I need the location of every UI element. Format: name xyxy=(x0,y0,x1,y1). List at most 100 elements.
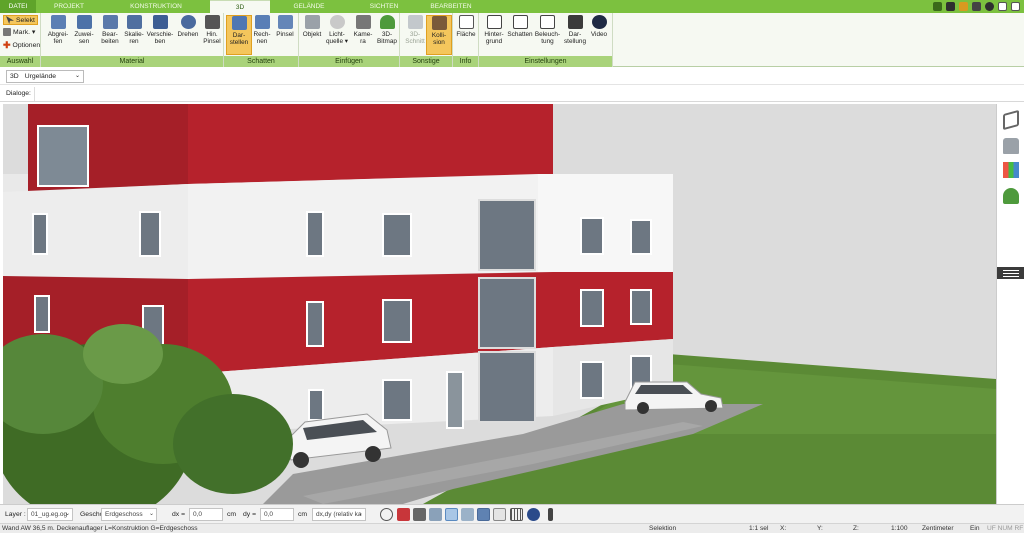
sidebar-handle-icon[interactable] xyxy=(997,267,1024,279)
pin-icon[interactable] xyxy=(548,508,553,521)
background-icon xyxy=(486,15,502,29)
status-unit: Zentimeter xyxy=(922,525,954,532)
rotate-icon xyxy=(180,15,196,29)
tree-icon[interactable] xyxy=(1003,188,1019,204)
tab-3d[interactable]: 3D xyxy=(210,0,270,13)
dy-input[interactable]: 0,0 xyxy=(260,508,294,521)
close-icon[interactable] xyxy=(1011,2,1020,11)
hintergrund-button[interactable]: Hinter- grund xyxy=(481,15,507,55)
layer-toggle-icon[interactable] xyxy=(493,508,506,521)
3d-schnitt-button[interactable]: 3D- Schnitt xyxy=(402,15,428,55)
chevron-down-icon: ⌄ xyxy=(148,511,154,517)
optionen-button[interactable]: ✚ Optionen xyxy=(3,41,40,50)
kamera-button[interactable]: Kame- ra xyxy=(350,15,376,55)
folder-icon[interactable] xyxy=(959,2,968,11)
view-select[interactable]: 3D Urgelände ⌄ xyxy=(6,70,84,83)
menu-tab-bar: DATEI PROJEKT KONSTRUKTION 3D GELÄNDE SI… xyxy=(0,0,1024,13)
schatten-pinsel-button[interactable]: Pinsel xyxy=(272,15,298,55)
zuweisen-label: Zuwei- sen xyxy=(74,31,94,46)
help-icon[interactable] xyxy=(985,2,994,11)
lichtquelle-label: Licht- quelle ▾ xyxy=(325,31,349,46)
status-ein: Ein xyxy=(970,525,980,532)
3d-viewport[interactable] xyxy=(3,104,996,504)
selekt-button[interactable]: Selekt xyxy=(3,15,38,25)
chair-icon[interactable] xyxy=(1003,138,1019,154)
drehen-button[interactable]: Drehen xyxy=(175,15,201,55)
darstellung-button[interactable]: Dar- stellung xyxy=(562,15,588,55)
hin-pinsel-button[interactable]: Hin. Pinsel xyxy=(199,15,225,55)
verschieben-label: Verschie- ben xyxy=(146,31,174,46)
layer-select[interactable]: 01_ug.eg.og ⌄ xyxy=(27,508,73,521)
status-x-label: X: xyxy=(780,525,787,532)
dy-unit: cm xyxy=(298,511,308,518)
dialog-area xyxy=(34,87,994,101)
palette-icon[interactable] xyxy=(1003,162,1019,178)
shadow-compute-icon xyxy=(254,15,270,29)
object-snap-icon[interactable] xyxy=(429,508,442,521)
grid-icon[interactable] xyxy=(510,508,523,521)
verschieben-button[interactable]: Verschie- ben xyxy=(145,15,175,55)
dy-value: 0,0 xyxy=(264,511,274,518)
restore-icon[interactable] xyxy=(998,2,1007,11)
chair-icon xyxy=(304,15,320,29)
tab-konstruktion[interactable]: KONSTRUKTION xyxy=(102,0,210,13)
status-flags: UF NUM RF xyxy=(987,525,1024,532)
bearbeiten-button[interactable]: Bear- beiten xyxy=(97,15,123,55)
bottom-toolbar: Layer : 01_ug.eg.og ⌄ Geschoss : Erdgesc… xyxy=(0,504,1024,523)
objekt-button[interactable]: Objekt xyxy=(299,15,325,55)
tab-gelaende[interactable]: GELÄNDE xyxy=(270,0,348,13)
dx-input[interactable]: 0,0 xyxy=(189,508,223,521)
group-sonstige: 3D- Schnitt Kolli- sion Sonstige xyxy=(400,13,453,67)
view-type-label: 3D xyxy=(10,73,19,80)
tab-projekt[interactable]: PROJEKT xyxy=(36,0,102,13)
plane-icon[interactable] xyxy=(477,508,490,521)
bearbeiten-label: Bear- beiten xyxy=(101,31,119,46)
quick-access-icons xyxy=(933,2,1020,11)
line-snap-icon[interactable] xyxy=(445,508,458,521)
schatten-pinsel-label: Pinsel xyxy=(276,31,294,38)
grid-snap-icon[interactable] xyxy=(413,508,426,521)
video-button[interactable]: Video xyxy=(586,15,612,55)
selekt-label: Selekt xyxy=(16,16,35,24)
brush-icon[interactable] xyxy=(933,2,942,11)
red-tool-icon[interactable] xyxy=(397,508,410,521)
tab-sichten[interactable]: SICHTEN xyxy=(348,0,420,13)
ribbon: Selekt Mark. ▾ ✚ Optionen Auswahl Abgrei… xyxy=(0,13,1024,67)
geschoss-select[interactable]: Erdgeschoss ⌄ xyxy=(101,508,157,521)
beleuchtung-button[interactable]: Beleuch- tung xyxy=(534,15,561,55)
layer-value: 01_ug.eg.og xyxy=(31,511,68,518)
view-bar: 3D Urgelände ⌄ xyxy=(0,68,1024,85)
assign-icon xyxy=(76,15,92,29)
coordinate-mode-select[interactable]: dx,dy (relativ ka ⌄ xyxy=(312,508,366,521)
tab-datei[interactable]: DATEI xyxy=(0,0,36,13)
lichtquelle-button[interactable]: Licht- quelle ▾ xyxy=(324,15,350,55)
status-selection: 1:1 sel xyxy=(749,525,769,532)
dialog-label: Dialoge: xyxy=(6,90,31,97)
mark-button[interactable]: Mark. ▾ xyxy=(3,28,35,36)
snap-mode-icon[interactable] xyxy=(461,508,474,521)
zuweisen-button[interactable]: Zuwei- sen xyxy=(71,15,97,55)
status-mode: Selektion xyxy=(649,525,677,532)
schatten-settings-button[interactable]: Schatten xyxy=(506,15,534,55)
section-icon xyxy=(407,15,423,29)
flaeche-button[interactable]: Fläche xyxy=(453,15,479,55)
clock-icon[interactable] xyxy=(380,508,393,521)
house-shadow-icon xyxy=(512,15,528,29)
beleuchtung-label: Beleuch- tung xyxy=(534,31,561,46)
abgreifen-button[interactable]: Abgrei- fen xyxy=(45,15,71,55)
brush-tool-icon xyxy=(204,15,220,29)
north-icon[interactable] xyxy=(527,508,540,521)
tab-bearbeiten[interactable]: BEARBEITEN xyxy=(420,0,482,13)
3d-bitmap-button[interactable]: 3D- Bitmap xyxy=(374,15,400,55)
skalieren-button[interactable]: Skalie- ren xyxy=(121,15,147,55)
skalieren-label: Skalie- ren xyxy=(124,31,144,46)
darstellen-label: Dar- stellen xyxy=(229,32,249,47)
status-y-label: Y: xyxy=(817,525,823,532)
kamera-label: Kame- ra xyxy=(353,31,373,46)
group-einstellungen: Hinter- grund Schatten Beleuch- tung Dar… xyxy=(479,13,613,67)
layers-icon[interactable] xyxy=(1003,109,1019,131)
video-label: Video xyxy=(590,31,608,38)
save-icon[interactable] xyxy=(972,2,981,11)
kollision-button[interactable]: Kolli- sion xyxy=(426,15,452,55)
print-icon[interactable] xyxy=(946,2,955,11)
